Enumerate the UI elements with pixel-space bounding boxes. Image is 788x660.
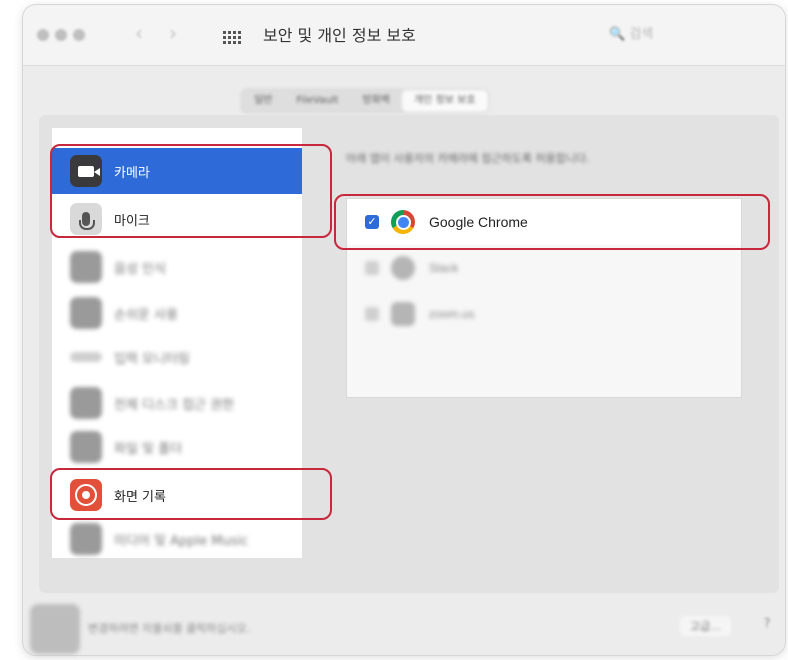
tab-firewall[interactable]: 방화벽: [350, 90, 402, 112]
music-icon: [70, 523, 102, 555]
window-controls: [37, 29, 85, 41]
highlight-screen-recording: [50, 468, 332, 520]
window-title: 보안 및 개인 정보 보호: [263, 26, 416, 45]
title-bar: ‹ › 보안 및 개인 정보 보호 🔍 검색: [23, 5, 785, 66]
sidebar-item-media-music[interactable]: 미디어 및 Apple Music: [52, 516, 302, 562]
list-item-partial: [52, 120, 302, 140]
sidebar-item-speech[interactable]: 음성 인식: [52, 244, 302, 290]
app-row-slack[interactable]: Slack: [347, 245, 741, 291]
sidebar-item-label: 미디어 및 Apple Music: [114, 533, 249, 549]
tab-privacy[interactable]: 개인 정보 보호: [401, 90, 488, 112]
sidebar-item-accessibility[interactable]: 손쉬운 사용: [52, 290, 302, 336]
app-name: zoom.us: [429, 307, 475, 321]
keyboard-icon: [70, 352, 102, 362]
back-arrow-icon[interactable]: ‹: [135, 21, 143, 45]
app-name: Slack: [429, 261, 459, 275]
minimize-button[interactable]: [55, 29, 67, 41]
zoom-button[interactable]: [73, 29, 85, 41]
sidebar-item-label: 입력 모니터링: [114, 351, 190, 367]
sidebar-item-input-monitoring[interactable]: 입력 모니터링: [52, 334, 302, 380]
zoom-icon: [391, 302, 415, 326]
show-all-grid-icon[interactable]: [223, 31, 241, 44]
forward-arrow-icon[interactable]: ›: [169, 21, 177, 45]
slack-checkbox[interactable]: [365, 261, 379, 275]
sidebar-item-label: 전체 디스크 접근 권한: [114, 397, 235, 413]
zoom-checkbox[interactable]: [365, 307, 379, 321]
tab-bar: 일반 FileVault 방화벽 개인 정보 보호: [241, 89, 489, 113]
search-placeholder: 검색: [629, 27, 654, 42]
help-button[interactable]: ?: [764, 616, 770, 630]
sidebar-item-files-folders[interactable]: 파일 및 폴더: [52, 424, 302, 470]
advanced-button[interactable]: 고급...: [680, 616, 731, 636]
permission-description: 아래 앱이 사용자의 카메라에 접근하도록 허용합니다.: [346, 152, 590, 165]
sidebar-item-full-disk[interactable]: 전체 디스크 접근 권한: [52, 380, 302, 426]
slack-icon: [391, 256, 415, 280]
tab-general[interactable]: 일반: [242, 90, 284, 112]
highlight-camera-mic: [50, 144, 332, 238]
highlight-chrome: [334, 194, 770, 250]
close-button[interactable]: [37, 29, 49, 41]
accessibility-icon: [70, 297, 102, 329]
sidebar-item-label: 손쉬운 사용: [114, 307, 178, 323]
lock-icon[interactable]: [30, 604, 80, 654]
sidebar-item-label: 파일 및 폴더: [114, 441, 183, 457]
lock-hint: 변경하려면 자물쇠를 클릭하십시오.: [88, 622, 251, 635]
app-row-zoom[interactable]: zoom.us: [347, 291, 741, 337]
folder-icon: [70, 431, 102, 463]
speech-icon: [70, 251, 102, 283]
sidebar-item-label: 음성 인식: [114, 261, 166, 277]
tab-filevault[interactable]: FileVault: [284, 90, 350, 112]
search-field[interactable]: 🔍 검색: [609, 23, 653, 42]
folder-icon: [70, 387, 102, 419]
